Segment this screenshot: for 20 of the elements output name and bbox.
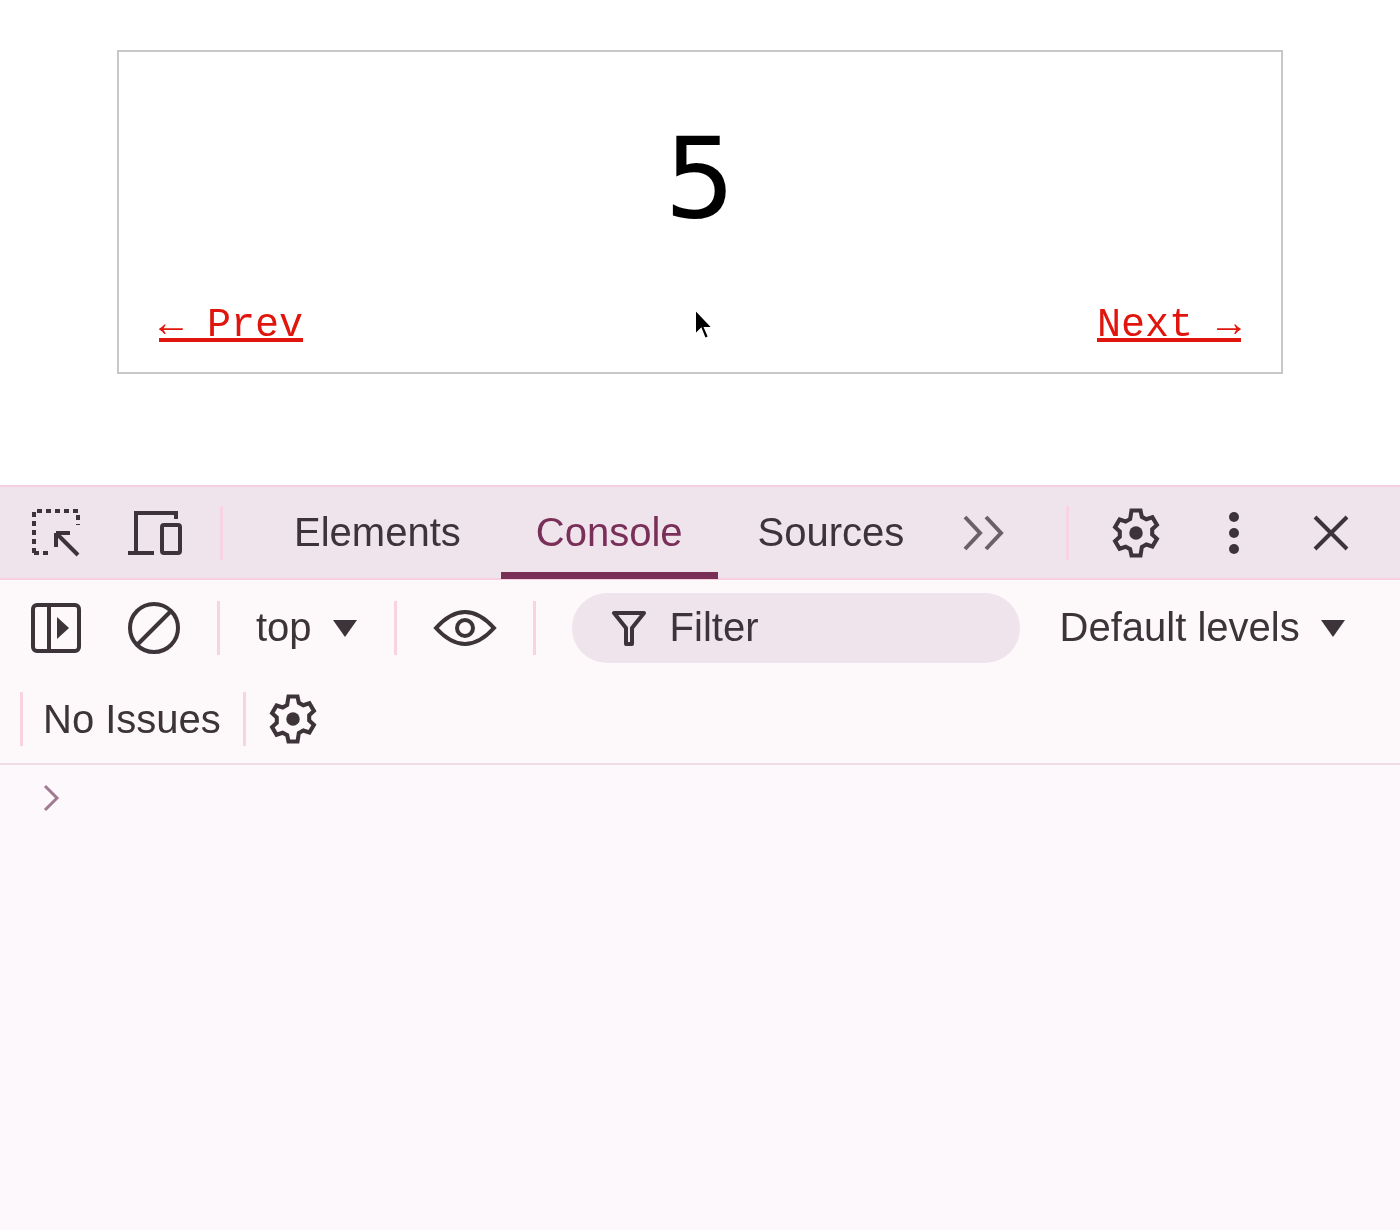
next-link[interactable]: Next → xyxy=(1096,305,1241,346)
panel-tab[interactable]: Elements xyxy=(259,486,496,579)
issues-button[interactable]: No Issues xyxy=(43,696,221,742)
filter-field[interactable]: Filter xyxy=(571,592,1020,663)
log-levels-dropdown[interactable]: Default levels xyxy=(1059,605,1346,650)
prompt-chevron-icon xyxy=(42,783,60,813)
more-options-icon[interactable] xyxy=(1227,510,1242,555)
filter-icon xyxy=(611,609,646,646)
panel-tab[interactable]: Console xyxy=(500,486,718,579)
counter-value: 5 xyxy=(664,112,736,245)
clear-console-icon[interactable] xyxy=(127,600,181,655)
context-dropdown[interactable]: top xyxy=(256,605,358,650)
sidebar-toggle-icon[interactable] xyxy=(31,602,81,653)
prev-link[interactable]: ← Prev xyxy=(159,305,304,346)
device-toolbar-icon[interactable] xyxy=(126,508,184,557)
close-icon[interactable] xyxy=(1312,513,1351,552)
dropdown-arrow-icon xyxy=(331,617,358,638)
dropdown-arrow-icon xyxy=(1319,617,1346,638)
panel-tab[interactable]: Sources xyxy=(722,486,940,579)
eye-icon[interactable] xyxy=(432,607,497,648)
